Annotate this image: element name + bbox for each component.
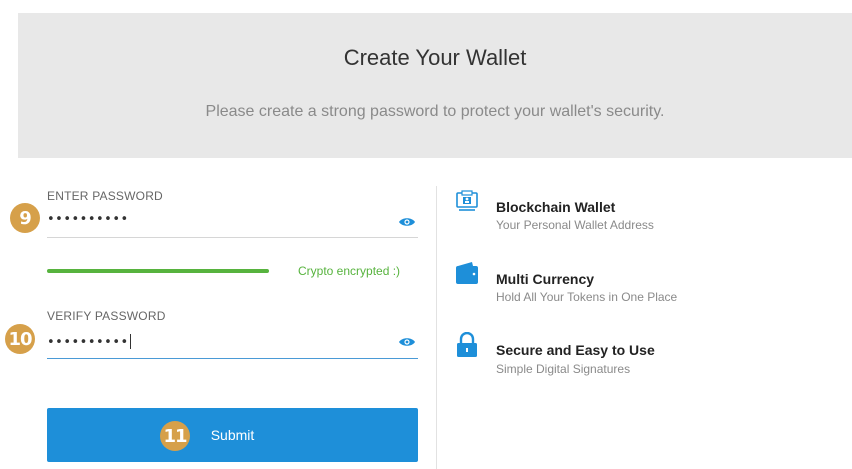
page-subtitle: Please create a strong password to prote… [205, 103, 665, 120]
page-header: Create Your Wallet Please create a stron… [18, 13, 852, 158]
feature-subtitle: Your Personal Wallet Address [496, 218, 654, 232]
submit-button-label: Submit [210, 427, 255, 443]
submit-button[interactable]: Submit [47, 408, 418, 462]
verify-password-label: VERIFY PASSWORD [47, 309, 166, 323]
feature-title: Secure and Easy to Use [496, 342, 655, 358]
wallet-icon [456, 262, 478, 284]
password-underline [47, 237, 418, 238]
page-title: Create Your Wallet [343, 45, 527, 70]
password-strength-text: Crypto encrypted :) [298, 264, 401, 278]
eye-icon[interactable] [398, 216, 416, 228]
column-divider [436, 186, 437, 469]
feature-subtitle: Hold All Your Tokens in One Place [496, 290, 678, 304]
password-input[interactable]: •••••••••• [47, 212, 129, 227]
verify-password-input[interactable]: •••••••••• [47, 333, 131, 351]
step-badge-11: 11 [160, 421, 190, 451]
feature-subtitle: Simple Digital Signatures [496, 362, 631, 376]
verify-password-value: •••••••••• [47, 335, 129, 350]
password-strength-bar [47, 269, 269, 273]
password-label: ENTER PASSWORD [47, 189, 163, 203]
feature-title: Multi Currency [496, 271, 595, 287]
blockchain-icon [456, 190, 478, 211]
eye-icon[interactable] [398, 336, 416, 348]
step-badge-10: 10 [5, 324, 35, 354]
feature-title: Blockchain Wallet [496, 199, 616, 215]
step-badge-9: 9 [10, 203, 40, 233]
text-caret [129, 334, 131, 349]
verify-password-underline [47, 358, 418, 359]
lock-icon [457, 332, 477, 357]
